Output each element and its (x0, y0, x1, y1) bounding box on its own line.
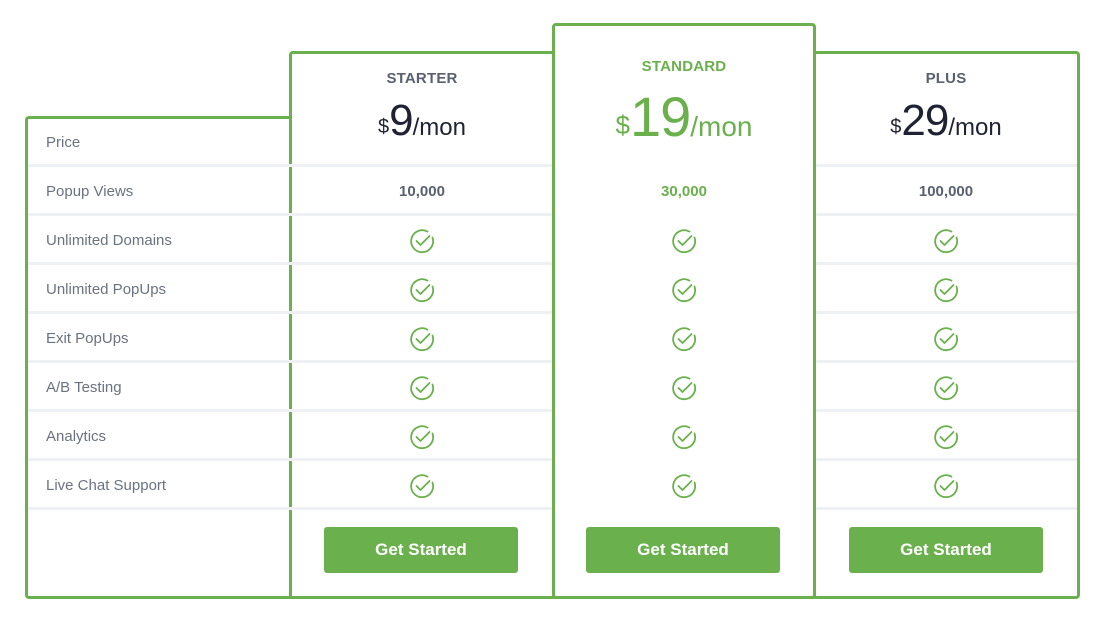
popup-views-plus: 100,000 (918, 183, 974, 200)
included-cell-plus-unlimited-popups (815, 265, 1077, 314)
included-cell-starter-ab-testing (291, 363, 553, 412)
price-period: /mon (412, 114, 466, 141)
check-circle-icon (410, 228, 434, 253)
check-circle-icon (410, 473, 434, 498)
check-circle-icon (672, 375, 696, 400)
included-cell-standard-analytics (553, 412, 815, 461)
feature-label-live-chat-support: Live Chat Support (46, 477, 167, 494)
plan-price-plus: $29/mon (815, 96, 1077, 146)
plan-price-standard: $19/mon (553, 84, 815, 149)
price-currency: $ (890, 116, 902, 138)
price-amount: 19 (629, 85, 691, 148)
plan-name-starter: STARTER (386, 70, 458, 87)
check-circle-icon (410, 375, 434, 400)
included-cell-standard-live-chat-support (553, 461, 815, 510)
popup-views-starter: 10,000 (399, 183, 445, 200)
feature-label-exit-popups: Exit PopUps (46, 330, 129, 347)
included-cell-standard-unlimited-domains (553, 216, 815, 265)
check-circle-icon (672, 424, 696, 449)
feature-label-analytics: Analytics (46, 428, 107, 445)
included-cell-starter-unlimited-domains (291, 216, 553, 265)
get-started-button-standard[interactable]: Get Started (586, 527, 780, 573)
check-circle-icon (410, 277, 434, 302)
included-cell-starter-analytics (291, 412, 553, 461)
plan-price-starter: $9/mon (291, 96, 553, 146)
included-cell-plus-ab-testing (815, 363, 1077, 412)
included-cell-plus-exit-popups (815, 314, 1077, 363)
included-cell-starter-live-chat-support (291, 461, 553, 510)
plan-name-standard: STANDARD (641, 58, 727, 75)
check-circle-icon (672, 228, 696, 253)
check-circle-icon (934, 326, 958, 351)
included-cell-starter-exit-popups (291, 314, 553, 363)
check-circle-icon (410, 424, 434, 449)
price-amount: 29 (901, 96, 949, 145)
included-cell-standard-exit-popups (553, 314, 815, 363)
feature-label-unlimited-domains: Unlimited Domains (46, 232, 172, 249)
get-started-button-starter[interactable]: Get Started (324, 527, 518, 573)
check-circle-icon (934, 424, 958, 449)
feature-label-unlimited-popups: Unlimited PopUps (46, 281, 167, 298)
check-circle-icon (934, 228, 958, 253)
feature-label-popup-views: Popup Views (46, 183, 134, 200)
price-amount: 9 (389, 96, 414, 145)
price-currency: $ (615, 110, 630, 140)
included-cell-plus-analytics (815, 412, 1077, 461)
check-circle-icon (934, 277, 958, 302)
popup-views-standard: 30,000 (661, 183, 707, 200)
included-cell-plus-unlimited-domains (815, 216, 1077, 265)
plan-name-plus: PLUS (925, 70, 967, 87)
price-period: /mon (948, 114, 1002, 141)
get-started-button-plus[interactable]: Get Started (849, 527, 1043, 573)
check-circle-icon (410, 326, 434, 351)
feature-label-price: Price (46, 134, 81, 151)
included-cell-standard-ab-testing (553, 363, 815, 412)
included-cell-starter-unlimited-popups (291, 265, 553, 314)
check-circle-icon (672, 326, 696, 351)
check-circle-icon (934, 473, 958, 498)
included-cell-standard-unlimited-popups (553, 265, 815, 314)
included-cell-plus-live-chat-support (815, 461, 1077, 510)
check-circle-icon (934, 375, 958, 400)
check-circle-icon (672, 277, 696, 302)
feature-label-ab-testing: A/B Testing (46, 379, 122, 396)
price-period: /mon (690, 111, 753, 142)
price-currency: $ (378, 116, 390, 138)
check-circle-icon (672, 473, 696, 498)
